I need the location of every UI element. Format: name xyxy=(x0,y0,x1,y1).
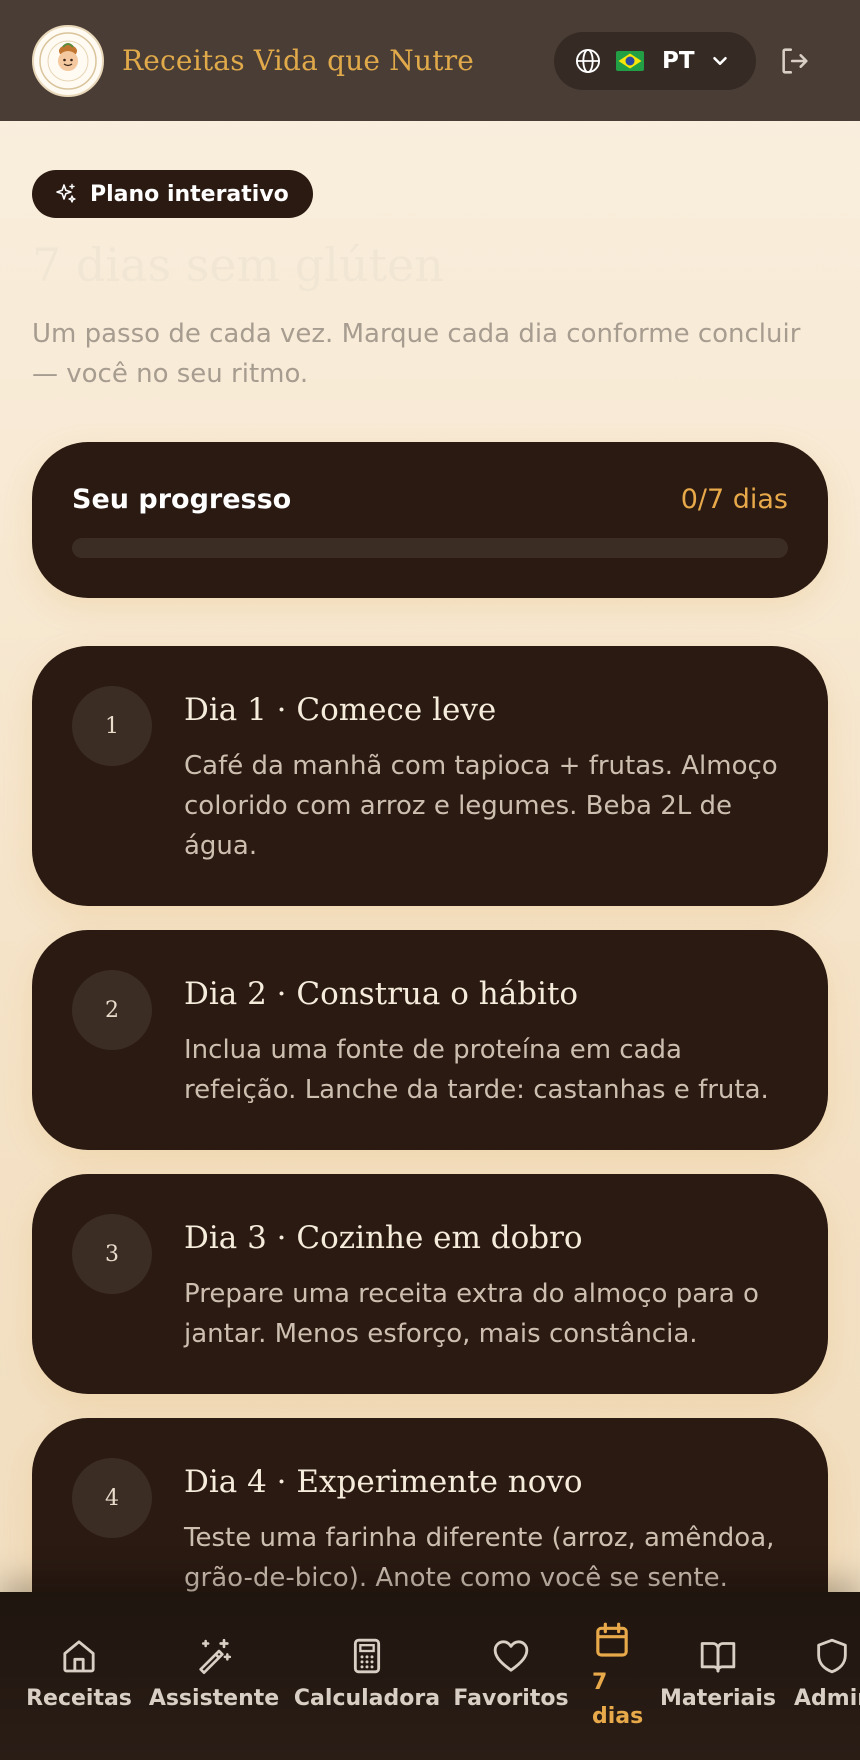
brazil-flag-icon xyxy=(616,51,644,71)
day-card-3[interactable]: 3 Dia 3 · Cozinhe em dobro Prepare uma r… xyxy=(32,1174,828,1394)
badge-label: Plano interativo xyxy=(90,181,289,207)
progress-label: Seu progresso xyxy=(72,484,292,515)
interactive-plan-badge: Plano interativo xyxy=(32,170,313,218)
day-number-badge[interactable]: 1 xyxy=(72,686,152,766)
shield-icon xyxy=(817,1638,847,1674)
page-title: 7 dias sem glúten xyxy=(32,238,444,292)
nav-label: Admin xyxy=(794,1686,860,1711)
day-card-1[interactable]: 1 Dia 1 · Comece leve Café da manhã com … xyxy=(32,646,828,906)
nav-item-assistente[interactable]: Assistente xyxy=(148,1592,280,1760)
nav-label: Receitas xyxy=(26,1686,132,1711)
nav-label: 7 dias xyxy=(592,1670,644,1729)
nav-label: Assistente xyxy=(148,1686,280,1711)
nav-label: Materiais xyxy=(659,1686,777,1711)
chevron-down-icon xyxy=(712,56,727,66)
nav-item-admin[interactable]: Admin xyxy=(794,1592,860,1760)
progress-count: 0/7 dias xyxy=(680,484,788,515)
globe-icon xyxy=(575,48,601,74)
bottom-navigation: Receitas Assistente Calculadora Favorito… xyxy=(0,1592,860,1760)
nav-item-7-dias[interactable]: 7 dias xyxy=(584,1592,644,1760)
logout-icon[interactable] xyxy=(778,44,812,78)
day-title: Dia 3 · Cozinhe em dobro xyxy=(184,1220,583,1256)
day-description: Café da manhã com tapioca + frutas. Almo… xyxy=(184,751,778,861)
sparkles-icon xyxy=(56,183,76,203)
language-selector[interactable]: PT xyxy=(554,32,756,90)
nav-label: Favoritos xyxy=(453,1686,569,1711)
heart-icon xyxy=(493,1640,529,1672)
day-title: Dia 1 · Comece leve xyxy=(184,692,497,728)
language-code: PT xyxy=(662,48,695,74)
nav-item-calculadora[interactable]: Calculadora xyxy=(294,1592,440,1760)
progress-bar xyxy=(72,538,788,558)
calculator-icon xyxy=(353,1638,381,1674)
day-title: Dia 4 · Experimente novo xyxy=(184,1464,583,1500)
page-subtitle: Um passo de cada vez. Marque cada dia co… xyxy=(32,319,801,389)
day-card-2[interactable]: 2 Dia 2 · Construa o hábito Inclua uma f… xyxy=(32,930,828,1150)
progress-card: Seu progresso 0/7 dias xyxy=(32,442,828,598)
nav-item-favoritos[interactable]: Favoritos xyxy=(453,1592,569,1760)
calendar-icon xyxy=(596,1622,628,1657)
magic-wand-icon xyxy=(199,1638,232,1674)
day-description: Teste uma farinha diferente (arroz, amên… xyxy=(184,1523,775,1593)
book-icon xyxy=(700,1642,736,1673)
nav-item-materiais[interactable]: Materiais xyxy=(659,1592,777,1760)
nav-label: Calculadora xyxy=(293,1686,441,1711)
app-header: Receitas Vida que Nutre PT xyxy=(0,0,860,121)
day-number-badge[interactable]: 3 xyxy=(72,1214,152,1294)
day-description: Prepare uma receita extra do almoço para… xyxy=(184,1279,759,1349)
nav-item-receitas[interactable]: Receitas xyxy=(24,1592,134,1760)
day-description: Inclua uma fonte de proteína em cada ref… xyxy=(184,1035,769,1105)
brand-name: Receitas Vida que Nutre xyxy=(122,44,475,77)
home-icon xyxy=(63,1640,95,1673)
brand-logo[interactable] xyxy=(32,24,104,97)
day-number-badge[interactable]: 4 xyxy=(72,1458,152,1538)
day-title: Dia 2 · Construa o hábito xyxy=(184,976,579,1012)
day-number-badge[interactable]: 2 xyxy=(72,970,152,1050)
chef-face-icon xyxy=(39,31,97,90)
